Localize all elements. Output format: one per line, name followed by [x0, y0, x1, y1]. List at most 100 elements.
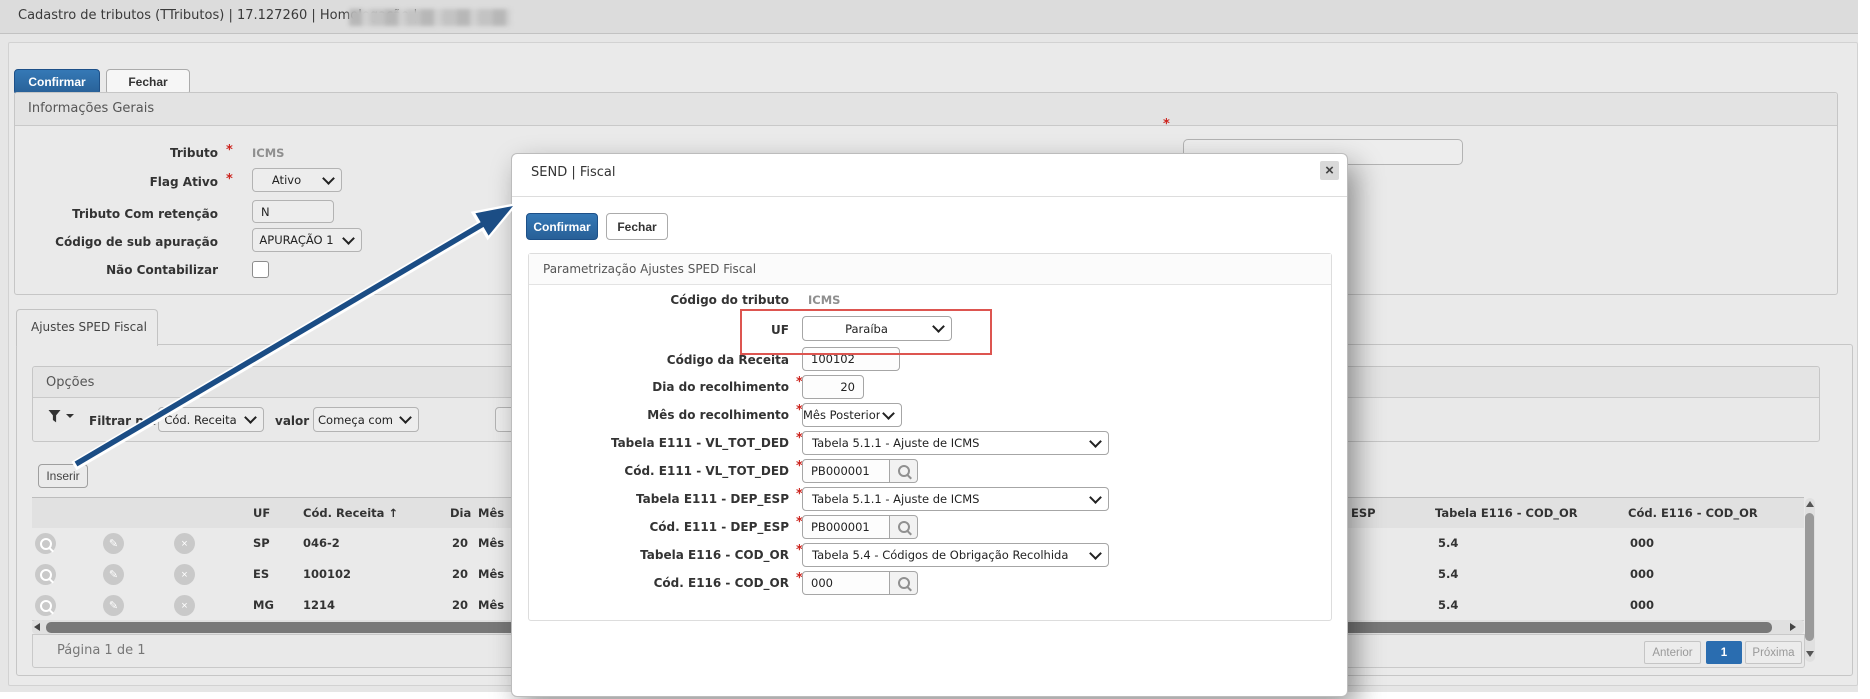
chevron-down-icon [882, 407, 895, 420]
edit-icon: ✎ [109, 537, 118, 550]
cell-dia: 20 [440, 567, 468, 581]
chevron-down-icon [342, 232, 355, 245]
window-title-bar: Cadastro de tributos (TTributos) | 17.12… [0, 0, 1858, 34]
flag-ativo-label: Flag Ativo [0, 175, 218, 189]
chevron-down-icon [322, 172, 335, 185]
view-row-button[interactable] [35, 564, 56, 585]
modal-close-button[interactable]: Fechar [606, 213, 668, 240]
tab-ajustes-sped-fiscal[interactable]: Ajustes SPED Fiscal [16, 309, 158, 346]
cell-cod: 1214 [303, 598, 335, 612]
scroll-right-icon[interactable] [1790, 623, 1796, 631]
mes-recolhimento-select[interactable]: Mês Posterior [802, 403, 902, 427]
cell-tabela-e116: 5.4 [1438, 598, 1458, 612]
nao-contabilizar-label: Não Contabilizar [0, 263, 218, 277]
options-title: Opções [46, 375, 94, 390]
sub-apuracao-select[interactable]: APURAÇÃO 1 [252, 228, 362, 252]
page-info: Página 1 de 1 [57, 643, 145, 658]
chevron-down-icon [1089, 435, 1102, 448]
cell-dia: 20 [440, 536, 468, 550]
tributo-label: Tributo [0, 146, 218, 160]
codigo-tributo-value: ICMS [808, 293, 840, 307]
cell-uf: MG [253, 598, 274, 612]
required-marker: * [226, 146, 233, 156]
edit-icon: ✎ [109, 568, 118, 581]
redacted-text [349, 9, 511, 26]
cod-e116-label: Cód. E116 - COD_OR [559, 576, 789, 590]
delete-icon: × [181, 538, 187, 550]
filter-icon[interactable] [48, 409, 63, 424]
tabela-e116-select[interactable]: Tabela 5.4 - Códigos de Obrigação Recolh… [802, 543, 1109, 567]
chevron-down-icon [244, 411, 257, 424]
close-icon[interactable]: × [1320, 161, 1339, 180]
lookup-button[interactable] [890, 571, 918, 595]
nao-contabilizar-checkbox[interactable] [252, 261, 269, 278]
edit-icon: ✎ [109, 599, 118, 612]
delete-row-button[interactable]: × [174, 533, 195, 554]
modal-confirm-button[interactable]: Confirmar [526, 213, 598, 240]
scroll-down-icon[interactable] [1806, 651, 1814, 657]
col-uf: UF [253, 506, 270, 520]
dia-recolhimento-input[interactable] [802, 375, 864, 399]
col-dia: Dia [450, 506, 471, 520]
uf-highlight-box [740, 309, 992, 355]
tabela-e116-label: Tabela E116 - COD_OR [559, 548, 789, 562]
cod-e111-vl-label: Cód. E111 - VL_TOT_DED [559, 464, 789, 478]
flag-ativo-select[interactable]: Ativo [252, 168, 342, 192]
current-page-button[interactable]: 1 [1706, 641, 1742, 664]
magnifier-icon [898, 577, 910, 589]
chevron-down-icon [1089, 491, 1102, 504]
col-cod-receita[interactable]: Cód. Receita ↑ [303, 506, 398, 520]
cod-e111-dep-input[interactable] [802, 515, 890, 539]
tabela-e111-vl-select[interactable]: Tabela 5.1.1 - Ajuste de ICMS [802, 431, 1109, 455]
col-mes: Mês [478, 506, 504, 520]
cell-cod: 046-2 [303, 536, 340, 550]
modal-title: SEND | Fiscal [531, 165, 616, 180]
chevron-down-icon [399, 411, 412, 424]
cell-mes: Mês [478, 567, 504, 581]
next-page-button[interactable]: Próxima [1745, 641, 1802, 664]
delete-row-button[interactable]: × [174, 564, 195, 585]
general-info-title: Informações Gerais [28, 101, 154, 116]
edit-row-button[interactable]: ✎ [103, 595, 124, 616]
cod-e116-input[interactable] [802, 571, 890, 595]
dia-recolhimento-label: Dia do recolhimento [559, 380, 789, 394]
chevron-down-icon [1089, 547, 1102, 560]
insert-button[interactable]: Inserir [38, 464, 88, 488]
magnifier-icon [898, 465, 910, 477]
cod-e111-vl-input[interactable] [802, 459, 890, 483]
cell-mes: Mês [478, 536, 504, 550]
required-marker: * [1163, 120, 1170, 130]
cell-dia: 20 [440, 598, 468, 612]
view-row-button[interactable] [35, 533, 56, 554]
scroll-up-icon[interactable] [1806, 501, 1814, 507]
filter-operator-select[interactable]: Começa com [313, 407, 419, 432]
edit-row-button[interactable]: ✎ [103, 533, 124, 554]
cod-e111-dep-label: Cód. E111 - DEP_ESP [559, 520, 789, 534]
lookup-button[interactable] [890, 515, 918, 539]
cell-tabela-e116: 5.4 [1438, 536, 1458, 550]
search-icon [40, 600, 52, 612]
prev-page-button[interactable]: Anterior [1644, 641, 1701, 664]
delete-icon: × [181, 569, 187, 581]
cell-mes: Mês [478, 598, 504, 612]
cell-tabela-e116: 5.4 [1438, 567, 1458, 581]
retencao-input[interactable] [252, 200, 334, 223]
retencao-label: Tributo Com retenção [0, 207, 218, 221]
filter-caret-icon [66, 414, 74, 422]
col-dep-esp-partial: ESP [1351, 506, 1376, 520]
edit-row-button[interactable]: ✎ [103, 564, 124, 585]
delete-row-button[interactable]: × [174, 595, 195, 616]
cell-cod-e116: 000 [1630, 598, 1654, 612]
lookup-button[interactable] [890, 459, 918, 483]
tabela-e111-dep-select[interactable]: Tabela 5.1.1 - Ajuste de ICMS [802, 487, 1109, 511]
tabela-e111-dep-label: Tabela E111 - DEP_ESP [559, 492, 789, 506]
valor-label: valor [275, 414, 309, 428]
view-row-button[interactable] [35, 595, 56, 616]
vertical-scrollbar-thumb[interactable] [1805, 513, 1814, 641]
codigo-receita-label: Código da Receita [559, 353, 789, 367]
scroll-left-icon[interactable] [34, 623, 40, 631]
filter-field-select[interactable]: Cód. Receita [158, 407, 264, 432]
search-icon [40, 569, 52, 581]
tabela-e111-vl-label: Tabela E111 - VL_TOT_DED [559, 436, 789, 450]
sort-asc-icon: ↑ [388, 506, 398, 520]
